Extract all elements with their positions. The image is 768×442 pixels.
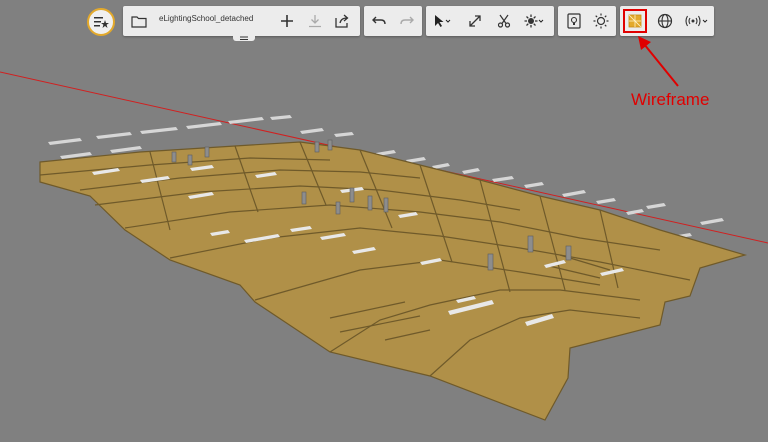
undo-button[interactable] (367, 9, 391, 33)
export-button[interactable] (331, 9, 355, 33)
wireframe-icon (628, 14, 642, 28)
menu-star-icon (94, 17, 109, 28)
light-panel-button[interactable] (562, 9, 586, 33)
redo-icon (400, 16, 414, 25)
settings-dropdown-icon (524, 14, 544, 28)
folder-icon (131, 16, 147, 28)
add-icon (281, 15, 293, 27)
toolbar-expand-tab[interactable] (233, 35, 255, 41)
undo-icon (372, 16, 386, 25)
cut-icon (497, 14, 511, 28)
download-icon (309, 15, 321, 28)
select-tool-button[interactable] (430, 9, 454, 33)
signal-dropdown-icon (685, 15, 708, 27)
resize-tool-button[interactable] (463, 9, 487, 33)
view-toolbar-group (558, 6, 616, 36)
resize-icon (469, 15, 481, 27)
render-toolbar-group (620, 6, 714, 36)
wireframe-button[interactable] (623, 9, 647, 33)
floor-plan (39, 141, 748, 421)
settings-dropdown-button[interactable] (522, 9, 546, 33)
export-icon (335, 14, 349, 28)
open-folder-button[interactable] (127, 9, 151, 33)
download-button[interactable] (303, 9, 327, 33)
select-pointer-icon (435, 15, 451, 27)
globe-icon (657, 13, 673, 29)
document-name: eLightingSchool_detached (159, 14, 254, 23)
sun-light-button[interactable] (589, 9, 613, 33)
3d-viewport[interactable] (0, 0, 768, 442)
cut-tool-button[interactable] (492, 9, 516, 33)
light-panel-icon (567, 13, 581, 29)
globe-button[interactable] (653, 9, 677, 33)
expand-lines-icon (240, 36, 248, 40)
edit-toolbar-group (364, 6, 422, 36)
sun-icon (593, 13, 609, 29)
tools-toolbar-group (426, 6, 554, 36)
add-button[interactable] (275, 9, 299, 33)
main-menu-button[interactable] (87, 8, 115, 36)
signal-dropdown-button[interactable] (682, 9, 710, 33)
redo-button[interactable] (395, 9, 419, 33)
wireframe-callout-label: Wireframe (631, 90, 710, 109)
file-toolbar-group: eLightingSchool_detached (123, 6, 360, 36)
